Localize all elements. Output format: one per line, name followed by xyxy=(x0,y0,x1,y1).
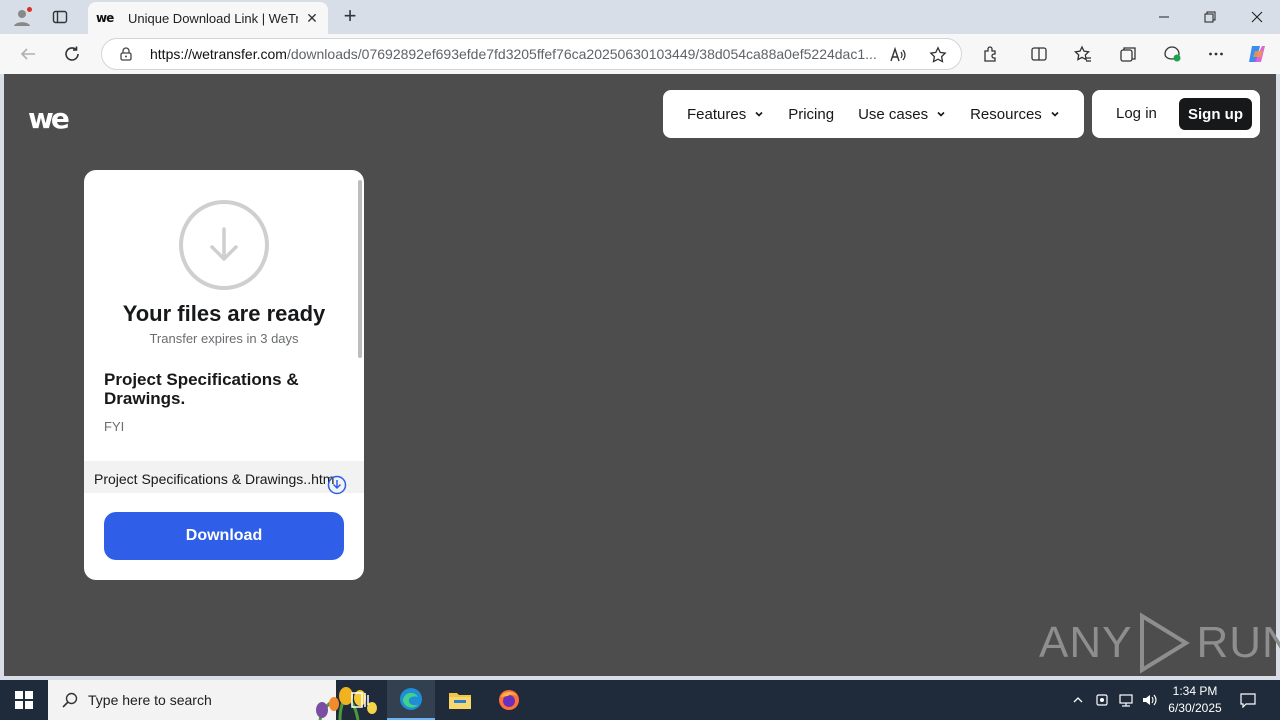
lock-icon[interactable] xyxy=(118,46,134,62)
windows-start-icon[interactable] xyxy=(0,680,48,720)
notification-dot-icon xyxy=(26,6,33,13)
nav-pricing-label: Pricing xyxy=(788,105,835,123)
nav-resources[interactable]: Resources xyxy=(970,106,1060,123)
url-host: https://wetransfer.com xyxy=(150,46,287,62)
favorites-icon[interactable] xyxy=(1072,43,1094,65)
minimize-icon[interactable] xyxy=(1141,0,1187,34)
close-tab-icon[interactable]: ✕ xyxy=(304,10,320,27)
login-link[interactable]: Log in xyxy=(1116,105,1157,122)
tab-actions-icon[interactable] xyxy=(48,5,72,29)
firefox-icon[interactable] xyxy=(485,680,533,720)
download-button[interactable]: Download xyxy=(104,512,344,560)
main-nav: Features Pricing Use cases Resources xyxy=(663,90,1084,138)
new-tab-icon[interactable]: + xyxy=(338,5,362,29)
file-explorer-icon[interactable] xyxy=(436,680,484,720)
watermark-right: RUN xyxy=(1196,618,1280,667)
nav-use-cases[interactable]: Use cases xyxy=(858,106,946,123)
task-view-icon[interactable] xyxy=(336,680,384,720)
volume-icon[interactable] xyxy=(1140,690,1160,710)
split-screen-icon[interactable] xyxy=(1028,43,1050,65)
collections-icon[interactable] xyxy=(1117,43,1139,65)
favorite-star-icon[interactable] xyxy=(928,45,948,65)
copilot-icon[interactable] xyxy=(1246,43,1268,65)
taskbar-search[interactable]: Type here to search xyxy=(48,680,377,720)
watermark-left: ANY xyxy=(1039,618,1133,667)
taskbar-clock[interactable]: 1:34 PM 6/30/2025 xyxy=(1162,683,1228,717)
anyrun-watermark: ANY RUN xyxy=(1039,610,1280,676)
file-list-item[interactable]: Project Specifications & Drawings..htm xyxy=(84,461,364,495)
nav-features[interactable]: Features xyxy=(687,106,764,123)
chevron-down-icon xyxy=(755,111,763,117)
more-options-icon[interactable] xyxy=(1205,43,1227,65)
auth-box: Log in Sign up xyxy=(1092,90,1260,138)
network-icon[interactable] xyxy=(1116,690,1136,710)
chevron-up-icon[interactable] xyxy=(1068,690,1088,710)
search-icon xyxy=(62,692,78,708)
read-aloud-icon[interactable] xyxy=(888,45,908,65)
chevron-down-icon xyxy=(1051,111,1059,117)
tab-title: Unique Download Link | WeTransfer xyxy=(128,10,298,26)
nav-features-label: Features xyxy=(687,105,747,123)
profile-icon[interactable] xyxy=(10,5,34,29)
chevron-down-icon xyxy=(937,111,945,117)
download-card: Your files are ready Transfer expires in… xyxy=(84,170,364,580)
file-download-icon[interactable] xyxy=(327,475,347,495)
edge-browser-icon[interactable] xyxy=(387,680,435,720)
expiry-text: Transfer expires in 3 days xyxy=(149,331,299,346)
back-arrow-icon[interactable] xyxy=(16,42,40,66)
restore-icon[interactable] xyxy=(1187,0,1233,34)
signup-button[interactable]: Sign up xyxy=(1179,98,1252,130)
file-name: Project Specifications & Drawings..htm xyxy=(94,471,335,487)
url-path: /downloads/07692892ef693efde7fd3205ffef7… xyxy=(286,46,877,62)
play-triangle-icon xyxy=(1140,612,1191,674)
url-text[interactable]: https://wetransfer.com/downloads/0769289… xyxy=(150,46,880,62)
browser-tabbar: we Unique Download Link | WeTransfer ✕ + xyxy=(0,0,1280,34)
active-tab[interactable]: we Unique Download Link | WeTransfer ✕ xyxy=(88,2,328,34)
address-bar[interactable]: https://wetransfer.com/downloads/0769289… xyxy=(101,38,962,70)
browser-essentials-icon[interactable] xyxy=(1161,43,1183,65)
wetransfer-logo[interactable]: we xyxy=(28,102,70,135)
refresh-icon[interactable] xyxy=(60,42,84,66)
nav-pricing[interactable]: Pricing xyxy=(788,106,834,123)
browser-toolbar: https://wetransfer.com/downloads/0769289… xyxy=(0,34,1280,74)
clock-time: 1:34 PM xyxy=(1172,684,1218,698)
transfer-message: FYI xyxy=(104,419,125,434)
meeting-icon[interactable] xyxy=(1092,690,1112,710)
taskbar: Type here to search 1:34 PM 6/30/2025 xyxy=(0,680,1280,720)
download-arrow-icon xyxy=(179,200,269,290)
page-viewport: we Features Pricing Use cases Resources … xyxy=(4,74,1280,676)
transfer-title: Project Specifications & Drawings. xyxy=(104,370,299,408)
clock-date: 6/30/2025 xyxy=(1168,701,1222,715)
nav-resources-label: Resources xyxy=(970,105,1042,123)
files-ready-title: Your files are ready xyxy=(122,301,326,326)
wetransfer-favicon-icon: we xyxy=(96,11,114,25)
notifications-icon[interactable] xyxy=(1238,690,1258,710)
close-window-icon[interactable] xyxy=(1234,0,1280,34)
extensions-icon[interactable] xyxy=(980,43,1002,65)
nav-use-cases-label: Use cases xyxy=(858,105,929,123)
search-placeholder: Type here to search xyxy=(88,692,212,708)
